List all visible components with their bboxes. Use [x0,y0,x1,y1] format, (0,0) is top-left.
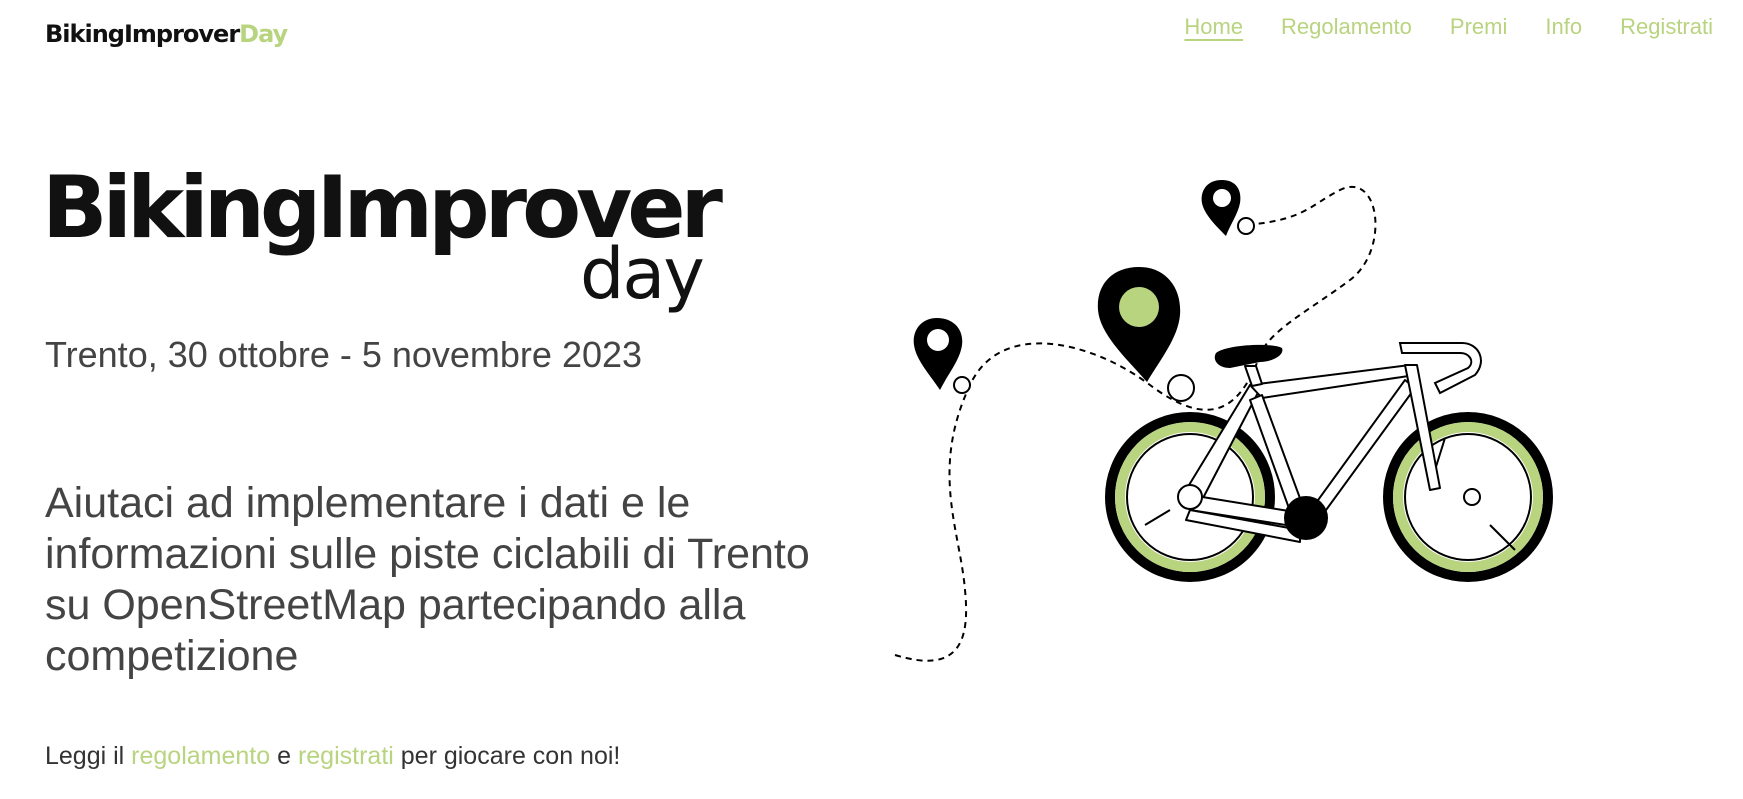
nav-registrati[interactable]: Registrati [1620,14,1713,40]
nav-premi[interactable]: Premi [1450,14,1507,40]
cta-registrati-link[interactable]: registrati [298,742,394,770]
bike-route-illustration [894,180,1553,662]
hero-logo-sub: day [580,233,705,315]
map-pin-icon [1201,180,1255,236]
nav-regolamento[interactable]: Regolamento [1281,14,1412,40]
cta-regolamento-link[interactable]: regolamento [131,742,270,770]
cta-suffix: per giocare con noi! [393,742,621,770]
brand-name-accent: Day [239,20,288,48]
top-bar: BikingImproverDay Home Regolamento Premi… [0,0,1743,72]
hero-logo: BikingImprover day [42,165,723,325]
event-dates: Trento, 30 ottobre - 5 novembre 2023 [45,334,643,375]
main-nav: Home Regolamento Premi Info Registrati [1184,14,1713,40]
nav-home[interactable]: Home [1184,14,1243,40]
cta-prefix: Leggi il [45,742,132,770]
cta-text: Leggi il regolamento e registrati per gi… [45,742,620,771]
map-pin-icon [913,318,971,394]
nav-info[interactable]: Info [1545,14,1582,40]
dashed-route [894,186,1377,662]
hero-headline: Aiutaci ad implementare i dati e le info… [45,479,810,680]
cta-middle: e [270,742,298,770]
brand-logo[interactable]: BikingImproverDay [45,20,288,48]
map-pin-icon [1097,267,1195,402]
brand-name: BikingImprover [45,20,240,48]
